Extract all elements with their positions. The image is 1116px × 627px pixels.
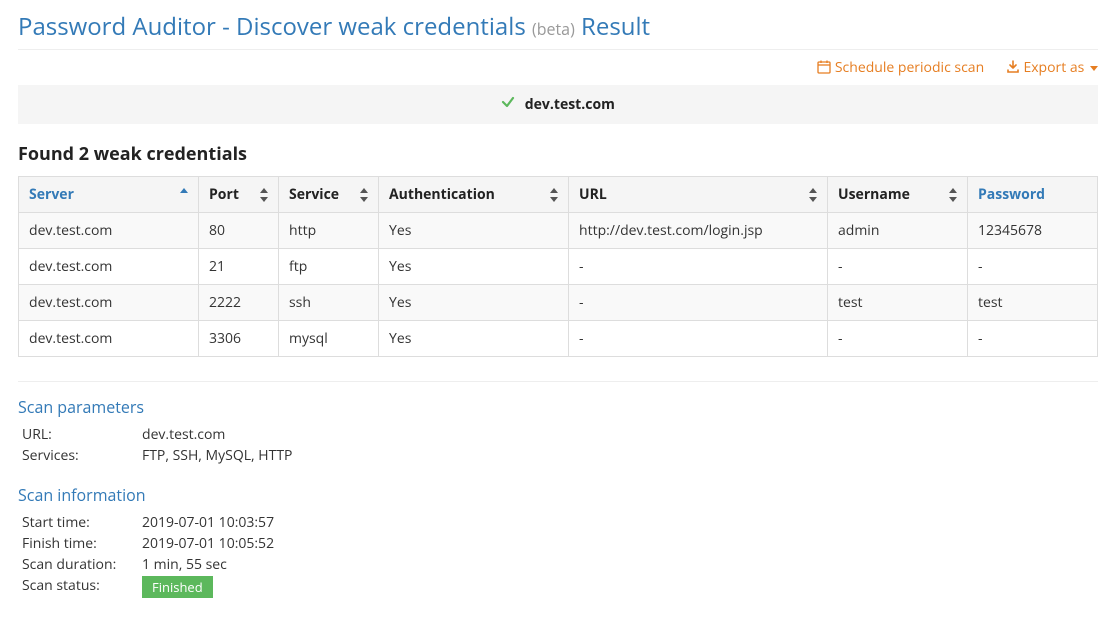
cell-url: - [569,249,828,285]
calendar-icon [817,60,831,74]
action-bar: Schedule periodic scan Export as [18,58,1098,77]
credentials-table: Server Port Service Authentication URL U… [18,176,1098,357]
cell-server: dev.test.com [19,213,199,249]
table-row: dev.test.com3306mysqlYes--- [19,321,1098,357]
scan-parameters: URL: dev.test.com Services: FTP, SSH, My… [18,424,1098,466]
divider [18,381,1098,382]
th-label: Server [29,185,74,204]
download-icon [1006,60,1020,74]
cell-auth: Yes [379,249,569,285]
cell-username: - [828,321,968,357]
sort-icon [949,188,959,202]
table-row: dev.test.com2222sshYes-testtest [19,285,1098,321]
cell-auth: Yes [379,321,569,357]
info-duration-label: Scan duration: [22,555,142,574]
cell-port: 21 [199,249,279,285]
cell-username: admin [828,213,968,249]
info-finish-label: Finish time: [22,534,142,553]
status-badge: Finished [142,576,213,598]
th-label: Port [209,185,239,204]
cell-auth: Yes [379,285,569,321]
cell-port: 80 [199,213,279,249]
cell-username: - [828,249,968,285]
check-icon [501,95,519,114]
info-start-value: 2019-07-01 10:03:57 [142,513,274,532]
sort-icon [260,188,270,202]
param-url-label: URL: [22,425,142,444]
cell-server: dev.test.com [19,285,199,321]
cell-url: - [569,285,828,321]
found-heading: Found 2 weak credentials [18,142,1098,166]
cell-password: - [968,321,1098,357]
cell-auth: Yes [379,213,569,249]
beta-tag: (beta) [532,18,575,40]
col-port[interactable]: Port [199,177,279,213]
target-hostname: dev.test.com [525,95,615,114]
col-url[interactable]: URL [569,177,828,213]
col-server[interactable]: Server [19,177,199,213]
scan-information-heading: Scan information [18,484,1098,506]
schedule-scan-link[interactable]: Schedule periodic scan [817,58,988,77]
col-authentication[interactable]: Authentication [379,177,569,213]
th-label: URL [579,185,607,204]
cell-username: test [828,285,968,321]
col-username[interactable]: Username [828,177,968,213]
sort-icon [360,188,370,202]
param-url-value: dev.test.com [142,425,225,444]
cell-server: dev.test.com [19,249,199,285]
cell-password: test [968,285,1098,321]
cell-password: 12345678 [968,213,1098,249]
sort-icon [550,188,560,202]
cell-service: http [279,213,379,249]
col-service[interactable]: Service [279,177,379,213]
schedule-scan-label: Schedule periodic scan [835,58,984,77]
th-label: Password [978,185,1045,204]
param-services-label: Services: [22,446,142,465]
tool-name: Password Auditor - Discover weak credent… [18,10,526,43]
export-as-label: Export as [1023,58,1084,77]
info-status-value: Finished [142,576,213,598]
cell-service: ssh [279,285,379,321]
info-status-label: Scan status: [22,576,142,598]
divider [18,49,1098,50]
table-row: dev.test.com21ftpYes--- [19,249,1098,285]
cell-password: - [968,249,1098,285]
caret-down-icon [1090,66,1098,71]
info-start-label: Start time: [22,513,142,532]
info-duration-value: 1 min, 55 sec [142,555,227,574]
info-finish-value: 2019-07-01 10:05:52 [142,534,274,553]
cell-service: mysql [279,321,379,357]
th-label: Authentication [389,185,495,204]
result-word: Result [581,10,650,43]
cell-url: http://dev.test.com/login.jsp [569,213,828,249]
cell-url: - [569,321,828,357]
table-row: dev.test.com80httpYeshttp://dev.test.com… [19,213,1098,249]
cell-port: 2222 [199,285,279,321]
th-label: Service [289,185,339,204]
cell-service: ftp [279,249,379,285]
scan-parameters-heading: Scan parameters [18,396,1098,418]
target-banner: dev.test.com [18,85,1098,124]
sort-asc-icon [180,188,190,202]
sort-icon [809,188,819,202]
cell-server: dev.test.com [19,321,199,357]
page-title: Password Auditor - Discover weak credent… [18,10,1098,43]
param-services-value: FTP, SSH, MySQL, HTTP [142,446,292,465]
export-as-link[interactable]: Export as [1006,58,1098,77]
cell-port: 3306 [199,321,279,357]
col-password[interactable]: Password [968,177,1098,213]
scan-information: Start time: 2019-07-01 10:03:57 Finish t… [18,512,1098,599]
th-label: Username [838,185,910,204]
